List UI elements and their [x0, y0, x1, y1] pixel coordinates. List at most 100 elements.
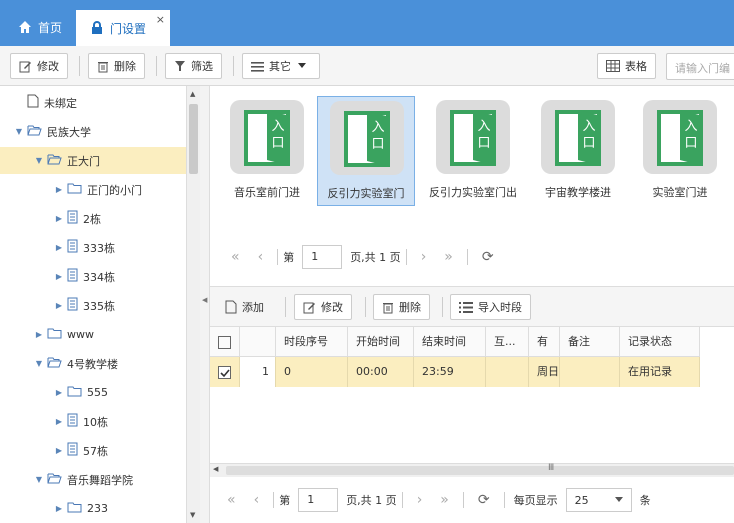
grid-column-header[interactable]: 备注 — [560, 327, 620, 357]
tree-node[interactable]: ▼ 音乐舞蹈学院 — [0, 466, 186, 493]
delete-period-button[interactable]: 删除 — [373, 294, 430, 320]
filter-button[interactable]: 筛选 — [165, 53, 222, 79]
per-page-select[interactable]: 25 — [565, 488, 632, 512]
door-item[interactable]: 入口 反引力实验室门 — [317, 96, 415, 206]
tree-node[interactable]: 未绑定 — [0, 89, 186, 116]
grid-scroll-thumb[interactable]: Ⅲ — [226, 463, 734, 475]
tree-node[interactable]: ▶ 555 — [0, 379, 186, 406]
grid-column-header[interactable]: 时段序号 — [276, 327, 348, 357]
grid-hscrollbar[interactable]: ◀ Ⅲ — [210, 463, 734, 477]
expand-closed-icon[interactable]: ▶ — [54, 301, 64, 310]
collapse-left-icon[interactable]: ◀ — [202, 296, 207, 304]
door-search-input[interactable]: 请输入门编 — [666, 53, 734, 80]
tree-scroll-thumb[interactable] — [189, 104, 198, 174]
table-view-button[interactable]: 表格 — [597, 53, 656, 79]
tree-node[interactable]: ▶ 335栋 — [0, 292, 186, 319]
add-button[interactable]: 添加 — [216, 294, 273, 320]
tree-node[interactable]: ▶ 2栋 — [0, 205, 186, 232]
time-period-toolbar: 添加 修改 删除 导入时段 — [210, 287, 734, 327]
tree-node[interactable]: ▶ www — [0, 321, 186, 348]
scroll-up-icon[interactable]: ▲ — [190, 90, 195, 98]
scroll-down-icon[interactable]: ▼ — [190, 511, 195, 519]
door-item[interactable]: 入口 反引力实验室门出 — [424, 96, 522, 206]
pager-separator — [273, 492, 275, 508]
expand-closed-icon[interactable]: ▶ — [54, 388, 64, 397]
expand-open-icon[interactable]: ▼ — [34, 156, 44, 165]
building-icon — [67, 239, 78, 256]
expand-closed-icon[interactable]: ▶ — [54, 446, 64, 455]
prev-page-icon[interactable]: ‹ — [254, 492, 260, 508]
refresh-icon[interactable]: ⟳ — [478, 492, 490, 508]
expand-closed-icon[interactable]: ▶ — [54, 214, 64, 223]
refresh-icon[interactable]: ⟳ — [482, 249, 494, 265]
grid-column-header[interactable]: 有 — [529, 327, 560, 357]
door-item[interactable]: 入口 宇宙教学楼进 — [529, 96, 627, 206]
tree-node[interactable]: ▶ 10栋 — [0, 408, 186, 435]
folder-icon — [47, 327, 62, 342]
panel-splitter[interactable]: ◀ — [200, 86, 210, 523]
tree-node[interactable]: ▼ 正大门 — [0, 147, 186, 174]
expand-closed-icon[interactable]: ▶ — [54, 272, 64, 281]
grid-cell — [560, 357, 620, 387]
tree-node-label: 333栋 — [83, 241, 115, 255]
toolbar-separator — [365, 297, 366, 317]
select-all-checkbox[interactable] — [210, 327, 240, 357]
edit-period-button[interactable]: 修改 — [294, 294, 352, 320]
close-icon[interactable]: × — [156, 13, 165, 26]
tree-node-label: 335栋 — [83, 299, 115, 313]
expand-closed-icon[interactable]: ▶ — [54, 417, 64, 426]
tab-door-settings[interactable]: 门设置 × — [76, 8, 170, 46]
tree-node[interactable]: ▶ 57栋 — [0, 437, 186, 464]
page-number-input[interactable]: 1 — [298, 488, 339, 512]
folder-icon — [67, 182, 82, 197]
tree-node-label: 正大门 — [67, 154, 100, 168]
page-number-input[interactable]: 1 — [302, 245, 343, 269]
door-item[interactable]: 入口 实验室门进 — [631, 96, 729, 206]
last-page-icon[interactable]: » — [440, 492, 449, 508]
next-page-icon[interactable]: › — [417, 492, 423, 508]
scroll-left-icon[interactable]: ◀ — [213, 465, 218, 473]
tree-node[interactable]: ▶ 333栋 — [0, 234, 186, 261]
tree-node[interactable]: ▶ 233 — [0, 495, 186, 522]
grid-column-header[interactable]: 开始时间 — [348, 327, 414, 357]
toolbar-separator — [442, 297, 443, 317]
expand-closed-icon[interactable]: ▶ — [54, 243, 64, 252]
tree-node[interactable]: ▶ 正门的小门 — [0, 176, 186, 203]
expand-open-icon[interactable]: ▼ — [14, 127, 24, 136]
other-dropdown-button[interactable]: 其它 — [242, 53, 320, 79]
expand-open-icon[interactable]: ▼ — [34, 475, 44, 484]
tree-node[interactable]: ▼ 4号教学楼 — [0, 350, 186, 377]
tree-node[interactable]: ▼ 民族大学 — [0, 118, 186, 145]
tree-node-label: 民族大学 — [47, 125, 91, 139]
tab-door-settings-label: 门设置 — [110, 21, 147, 36]
tree-node-label: 4号教学楼 — [67, 357, 118, 371]
tree-node[interactable]: ▶ 334栋 — [0, 263, 186, 290]
caret-down-icon — [614, 497, 623, 502]
last-page-icon[interactable]: » — [444, 249, 453, 265]
expand-closed-icon[interactable]: ▶ — [54, 185, 64, 194]
trash-icon — [98, 61, 108, 72]
lock-icon — [92, 21, 102, 34]
delete-button[interactable]: 删除 — [88, 53, 145, 79]
next-page-icon[interactable]: › — [421, 249, 427, 265]
grid-column-header[interactable]: 互... — [486, 327, 529, 357]
row-checkbox[interactable] — [210, 357, 240, 387]
toolbar-separator — [79, 56, 80, 76]
tree-scrollbar[interactable]: ▲ ▼ — [186, 86, 200, 523]
expand-closed-icon[interactable]: ▶ — [54, 504, 64, 513]
tab-home[interactable]: 首页 — [18, 8, 62, 46]
door-item[interactable]: 入口 音乐室前门进 — [218, 96, 316, 206]
first-page-icon[interactable]: « — [227, 492, 236, 508]
first-page-icon[interactable]: « — [231, 249, 240, 265]
edit-button[interactable]: 修改 — [10, 53, 68, 79]
prev-page-icon[interactable]: ‹ — [258, 249, 264, 265]
grid-column-header[interactable]: 记录状态 — [620, 327, 700, 357]
expand-open-icon[interactable]: ▼ — [34, 359, 44, 368]
row-number-header — [240, 327, 276, 357]
import-period-button[interactable]: 导入时段 — [450, 294, 531, 320]
page-total: 页,共 1 页 — [346, 494, 397, 507]
folder-icon — [67, 501, 82, 516]
grid-column-header[interactable]: 结束时间 — [414, 327, 486, 357]
door-sign-text: 入口 — [582, 119, 596, 151]
expand-closed-icon[interactable]: ▶ — [34, 330, 44, 339]
